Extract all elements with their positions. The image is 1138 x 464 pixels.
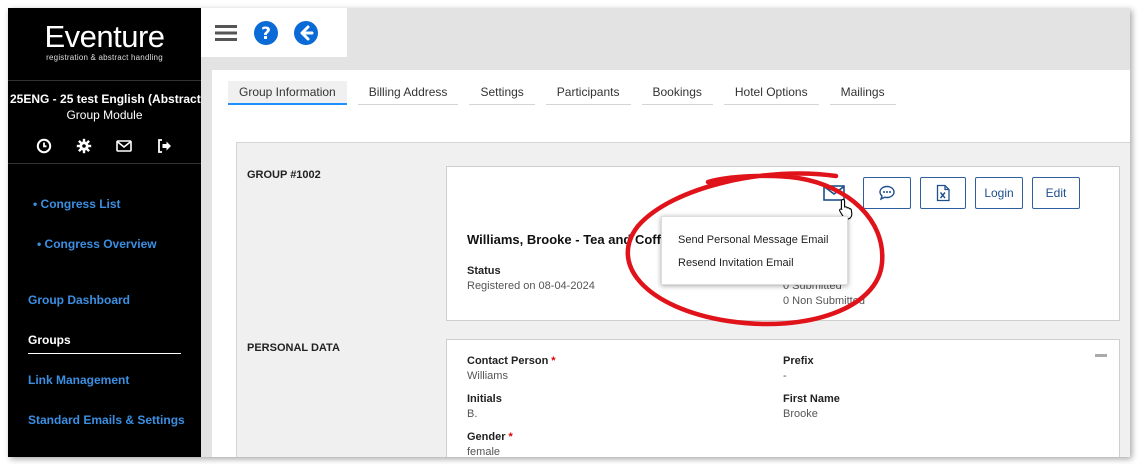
required-marker: *	[551, 355, 556, 367]
login-button[interactable]: Login	[975, 177, 1023, 209]
app-window: Eventure registration & abstract handlin…	[8, 8, 1130, 457]
sidebar-item-congress-list[interactable]: • Congress List	[33, 197, 121, 211]
logout-icon[interactable]	[156, 138, 172, 154]
prefix-value: -	[783, 370, 787, 382]
chat-button[interactable]	[863, 177, 911, 209]
sidebar: Eventure registration & abstract handlin…	[8, 8, 201, 457]
excel-export-button[interactable]	[920, 177, 966, 209]
group-section-label: GROUP #1002	[247, 169, 321, 181]
prefix-label: Prefix	[783, 355, 814, 367]
logo: Eventure registration & abstract handlin…	[8, 19, 201, 62]
congress-title: 25ENG - 25 test English (Abstracts...	[10, 92, 201, 106]
gender-value: female	[467, 446, 501, 457]
group-name: Williams, Brooke - Tea and Coffe	[467, 232, 669, 247]
first-name-value: Brooke	[783, 408, 818, 420]
speech-bubble-icon	[879, 185, 895, 201]
module-title: Group Module	[66, 108, 143, 122]
help-icon[interactable]: ?	[253, 20, 279, 46]
logo-text: Eventure	[44, 19, 165, 54]
initials-label: Initials	[467, 393, 502, 405]
envelope-icon[interactable]	[116, 138, 132, 154]
tab-bar: Group Information Billing Address Settin…	[228, 81, 907, 107]
send-personal-message-item[interactable]: Send Personal Message Email	[678, 234, 828, 246]
tab-billing-address[interactable]: Billing Address	[357, 81, 459, 105]
initials-value: B.	[467, 408, 478, 420]
personal-section-label: PERSONAL DATA	[247, 342, 340, 354]
sidebar-item-congress-overview[interactable]: • Congress Overview	[37, 237, 157, 251]
edit-button[interactable]: Edit	[1032, 177, 1080, 209]
top-toolbar: ?	[201, 8, 347, 57]
sidebar-item-standard-emails[interactable]: Standard Emails & Settings	[28, 413, 185, 427]
sidebar-item-groups[interactable]: Groups	[28, 333, 71, 347]
active-item-underline	[28, 353, 181, 354]
required-marker: *	[508, 431, 513, 443]
sidebar-icon-bar	[36, 138, 172, 154]
tab-bookings[interactable]: Bookings	[641, 81, 713, 105]
gear-icon[interactable]	[76, 138, 92, 154]
tab-mailings[interactable]: Mailings	[829, 81, 896, 105]
sidebar-item-link-management[interactable]: Link Management	[28, 373, 129, 387]
sidebar-item-group-dashboard[interactable]: Group Dashboard	[28, 293, 130, 307]
logo-tagline: registration & abstract handling	[46, 53, 163, 62]
tab-settings[interactable]: Settings	[469, 81, 535, 105]
svg-text:?: ?	[261, 24, 271, 44]
mail-popup-menu: Send Personal Message Email Resend Invit…	[661, 216, 848, 285]
non-submitted-count: 0 Non Submitted	[783, 295, 865, 307]
sidebar-divider	[8, 163, 201, 164]
contact-person-value: Williams	[467, 370, 508, 382]
resend-invitation-item[interactable]: Resend Invitation Email	[678, 257, 794, 269]
first-name-label: First Name	[783, 393, 840, 405]
excel-file-icon	[936, 184, 950, 202]
tab-group-information[interactable]: Group Information	[228, 81, 347, 105]
tab-participants[interactable]: Participants	[545, 81, 631, 105]
clock-icon[interactable]	[36, 138, 52, 154]
status-label: Status	[467, 265, 501, 277]
hamburger-menu-icon[interactable]	[213, 20, 239, 46]
sidebar-divider	[8, 80, 201, 81]
personal-card: Contact Person * Williams Prefix - Initia…	[446, 339, 1120, 457]
gender-label: Gender *	[467, 431, 513, 443]
contact-person-label: Contact Person *	[467, 355, 556, 367]
back-arrow-icon[interactable]	[293, 20, 319, 46]
status-value: Registered on 08-04-2024	[467, 280, 595, 292]
content-area: GROUP #1002 Login Edit Williams, Brooke …	[236, 142, 1130, 457]
collapse-icon[interactable]	[1095, 354, 1107, 357]
tab-hotel-options[interactable]: Hotel Options	[723, 81, 819, 105]
